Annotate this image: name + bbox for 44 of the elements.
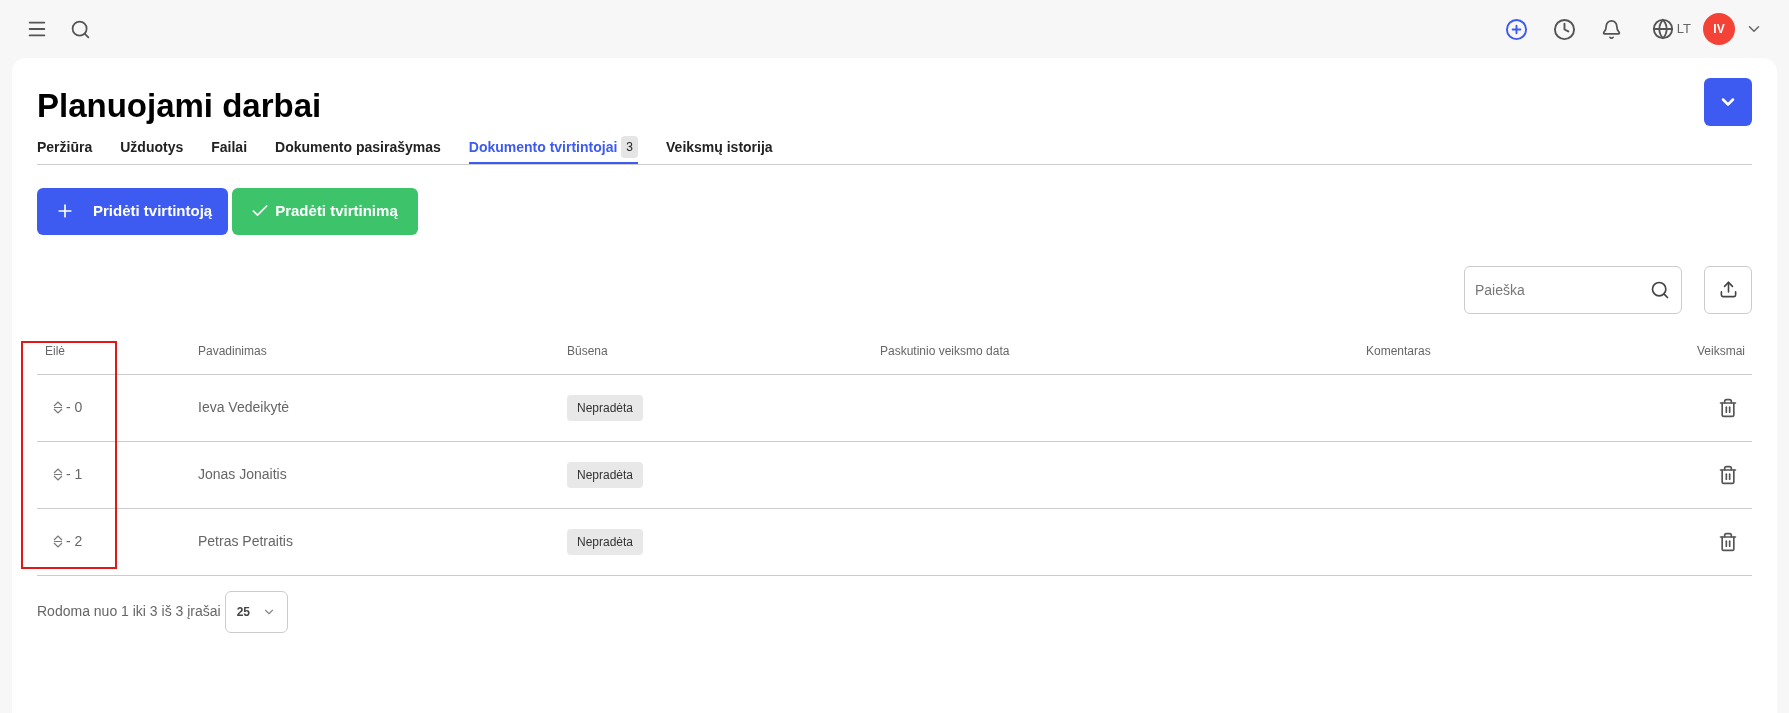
column-header: Veiksmai [1696,342,1746,360]
search-icon[interactable] [70,18,91,40]
name-cell-text: Petras Petraitis [198,532,294,551]
bell-icon[interactable] [1600,18,1622,40]
name-cell-text: Jonas Jonaitis [198,465,288,484]
dropdown-button[interactable] [1704,78,1752,126]
tab[interactable]: Dokumento pasirašymas [275,132,441,164]
upload-icon [1718,280,1738,299]
order-cell-text: - 1 [66,465,83,484]
name-cell-text: Ieva Vedeikytė [198,398,291,417]
add-icon[interactable] [1504,17,1528,41]
globe-icon[interactable] [1651,18,1674,40]
status-badge: Nepradėta [567,528,644,555]
column-header: Komentaras [1366,342,1432,360]
tab[interactable]: Failai [211,132,248,164]
language-label[interactable]: LT [1676,19,1691,39]
export-button[interactable] [1704,265,1752,314]
delete-icon[interactable] [1718,531,1738,552]
order-cell-text: - 2 [66,532,83,551]
column-header: Eilė [44,342,66,360]
column-header: Būsena [567,342,609,360]
column-header: Pavadinimas [198,342,268,360]
add-approver-button[interactable]: Pridėti tvirtintoją [37,187,229,235]
sort-handle-icon[interactable] [53,535,63,548]
count-badge: 3 [621,136,639,158]
delete-icon[interactable] [1718,464,1738,485]
status-badge: Nepradėta [567,461,644,488]
order-cell-text: - 0 [66,398,83,417]
pagination-summary: Rodoma nuo 1 iki 3 iš 3 įrašai [37,602,221,621]
page-size-select[interactable]: 25 [224,590,288,633]
tab[interactable]: Peržiūra [37,132,93,164]
clock-icon[interactable] [1552,17,1576,41]
page-title: Planuojami darbai [37,86,322,126]
tab[interactable]: Dokumento tvirtintojai 3 [468,132,639,164]
search-icon [1650,279,1670,300]
search-field[interactable]: Paieška [1464,265,1682,314]
sort-handle-icon[interactable] [53,468,63,481]
status-badge: Nepradėta [567,394,644,421]
column-header: Paskutinio veiksmo data [880,342,1011,360]
tab[interactable]: Užduotys [120,132,184,164]
user-avatar[interactable]: IV [1703,13,1735,45]
tab[interactable]: Veiksmų istorija [666,132,773,164]
sort-handle-icon[interactable] [53,401,63,414]
delete-icon[interactable] [1718,397,1738,418]
